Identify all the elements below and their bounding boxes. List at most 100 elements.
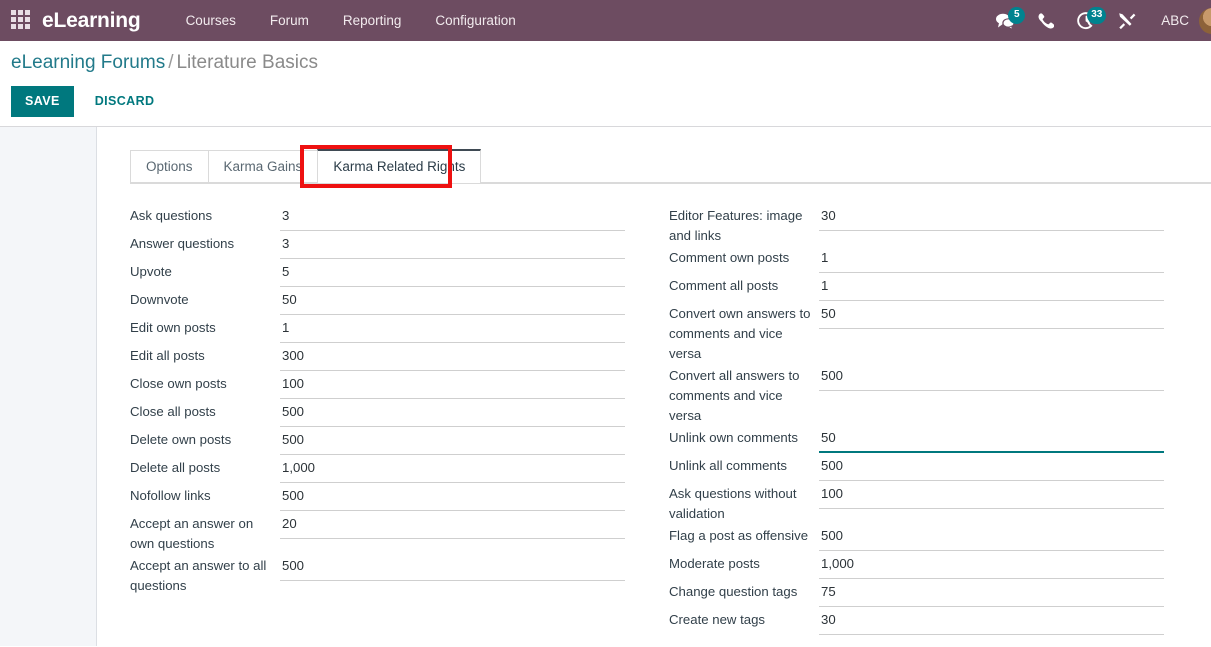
field-input[interactable] [280, 428, 625, 455]
field-label: Accept an answer to all questions [130, 558, 267, 593]
form-field: Upvote [130, 260, 625, 288]
field-input[interactable] [819, 580, 1164, 607]
field-spacer [819, 509, 1164, 524]
avatar[interactable] [1199, 7, 1211, 34]
control-panel: eLearning Forums / Literature Basics SAVE … [0, 41, 1211, 127]
field-input-wrapper [819, 274, 1164, 302]
messages-badge: 5 [1008, 7, 1026, 24]
field-input[interactable] [819, 204, 1164, 231]
record-action-buttons: SAVE DISCARD [0, 85, 1211, 117]
field-input-wrapper [819, 608, 1164, 636]
form-field: Flag a post as offensive [669, 524, 1164, 552]
tab-karma-gains[interactable]: Karma Gains [207, 150, 319, 183]
field-input-wrapper [280, 288, 625, 316]
phone-button[interactable] [1026, 0, 1065, 41]
field-input[interactable] [819, 274, 1164, 301]
form-field: Editor Features: image and links [669, 204, 1164, 246]
field-input[interactable] [819, 608, 1164, 635]
menu-item-reporting[interactable]: Reporting [326, 3, 419, 38]
breadcrumb-root-link[interactable]: eLearning Forums [11, 52, 165, 73]
field-spacer [280, 539, 625, 554]
field-input[interactable] [280, 344, 625, 371]
field-input[interactable] [280, 484, 625, 511]
navbar-right-tools: 5 33 ABC [984, 0, 1211, 41]
notebook-tabs: Options Karma Gains Karma Related Rights [130, 149, 1211, 184]
field-input[interactable] [280, 456, 625, 483]
menu-item-forum[interactable]: Forum [253, 3, 326, 38]
form-field: Accept an answer on own questions [130, 512, 625, 554]
field-spacer [819, 635, 1164, 636]
field-input[interactable] [819, 246, 1164, 273]
field-input-wrapper [819, 204, 1164, 246]
brand-title[interactable]: eLearning [42, 9, 141, 33]
form-field: Edit own posts [130, 316, 625, 344]
field-input[interactable] [280, 204, 625, 231]
field-input-wrapper [280, 204, 625, 232]
field-label: Convert all answers to comments and vice… [669, 368, 800, 423]
field-label: Editor Features: image and links [669, 208, 803, 243]
field-input[interactable] [819, 364, 1164, 391]
form-column-right: Editor Features: image and links Comment … [669, 204, 1164, 636]
field-label: Close all posts [130, 404, 216, 419]
field-input[interactable] [280, 554, 625, 581]
field-label: Convert own answers to comments and vice… [669, 306, 811, 361]
field-spacer [819, 231, 1164, 246]
messages-button[interactable]: 5 [984, 0, 1026, 41]
tools-button[interactable] [1106, 0, 1147, 41]
field-input[interactable] [819, 524, 1164, 551]
field-input[interactable] [280, 316, 625, 343]
field-label: Comment own posts [669, 250, 790, 265]
field-input[interactable] [819, 302, 1164, 329]
field-input[interactable] [280, 372, 625, 399]
save-button[interactable]: SAVE [11, 85, 74, 117]
form-field: Unlink own comments [669, 426, 1164, 454]
form-field: Unlink all comments [669, 454, 1164, 482]
field-label: Accept an answer on own questions [130, 516, 254, 551]
field-label: Nofollow links [130, 488, 211, 503]
field-label: Change question tags [669, 584, 798, 599]
field-label: Ask questions without validation [669, 486, 797, 521]
form-field: Answer questions [130, 232, 625, 260]
form-field: Downvote [130, 288, 625, 316]
field-input-wrapper [280, 232, 625, 260]
field-input-wrapper [280, 512, 625, 554]
field-spacer [819, 391, 1164, 426]
tab-options[interactable]: Options [130, 150, 209, 183]
activities-badge: 33 [1087, 7, 1107, 24]
menu-item-configuration[interactable]: Configuration [418, 3, 532, 38]
breadcrumb-current: Literature Basics [176, 52, 318, 73]
apps-grid-icon[interactable] [11, 9, 33, 32]
field-input-wrapper [819, 580, 1164, 608]
field-input-wrapper [280, 554, 625, 596]
user-menu-button[interactable]: ABC [1147, 13, 1199, 28]
form-field: Nofollow links [130, 484, 625, 512]
form-field: Delete all posts [130, 456, 625, 484]
field-label: Comment all posts [669, 278, 779, 293]
activities-button[interactable]: 33 [1065, 0, 1107, 41]
field-input-wrapper [819, 482, 1164, 524]
field-label: Create new tags [669, 612, 766, 627]
field-input[interactable] [819, 454, 1164, 481]
field-input[interactable] [819, 552, 1164, 579]
field-label: Downvote [130, 292, 189, 307]
field-input[interactable] [280, 400, 625, 427]
field-label: Ask questions [130, 208, 213, 223]
tab-karma-related-rights[interactable]: Karma Related Rights [317, 149, 482, 183]
field-input[interactable] [280, 232, 625, 259]
field-input[interactable] [819, 426, 1164, 453]
field-input[interactable] [819, 482, 1164, 509]
field-label: Edit all posts [130, 348, 205, 363]
field-input-wrapper [280, 484, 625, 512]
form-field: Ask questions [130, 204, 625, 232]
field-input[interactable] [280, 288, 625, 315]
menu-item-courses[interactable]: Courses [169, 3, 253, 38]
form-field: Edit all posts [130, 344, 625, 372]
discard-button[interactable]: DISCARD [83, 86, 167, 117]
field-spacer [819, 329, 1164, 364]
field-input[interactable] [280, 260, 625, 287]
field-input-wrapper [280, 400, 625, 428]
field-input[interactable] [280, 512, 625, 539]
form-sheet: Options Karma Gains Karma Related Rights A… [97, 127, 1211, 646]
breadcrumb-separator: / [168, 52, 174, 73]
top-navbar: eLearning Courses Forum Reporting Config… [0, 0, 1211, 41]
